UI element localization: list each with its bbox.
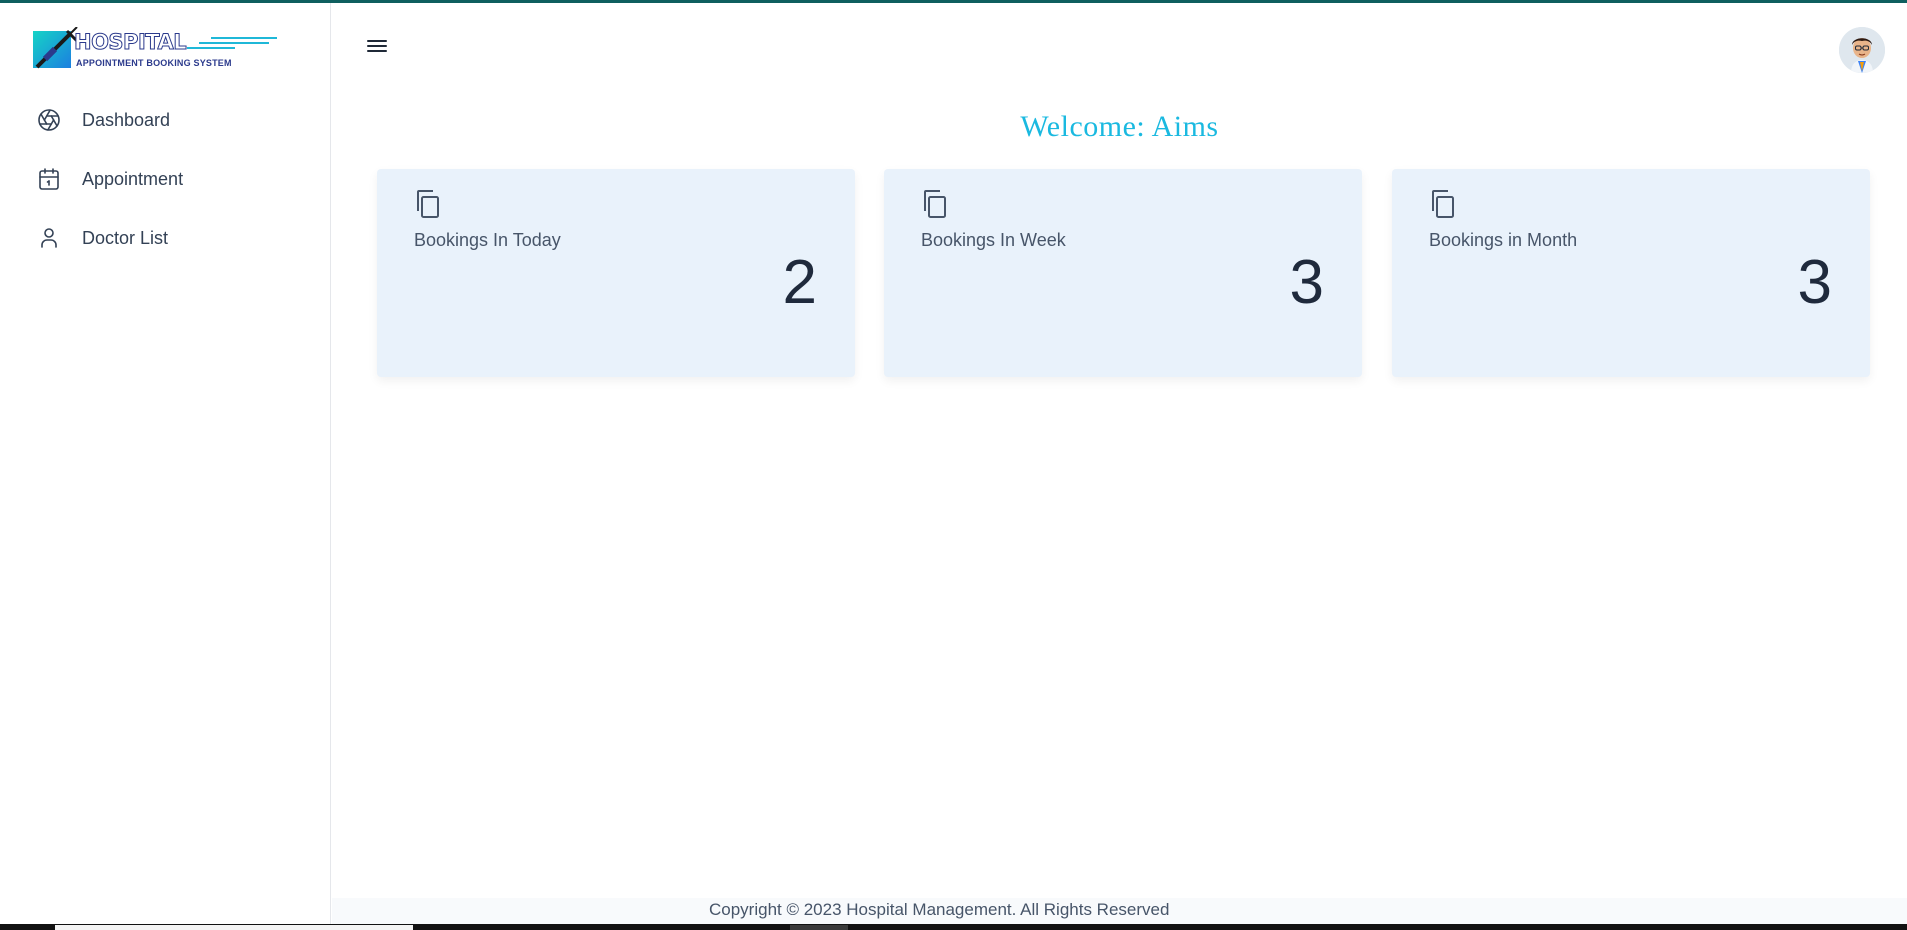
user-avatar[interactable] — [1839, 27, 1885, 73]
card-title: Bookings in Month — [1429, 230, 1578, 250]
card-title: Bookings In Today — [414, 230, 561, 250]
card-value: 3 — [1797, 248, 1832, 317]
card-value: 3 — [1289, 248, 1324, 317]
taskbar-segment — [55, 925, 413, 930]
card-title: Bookings In Week — [921, 230, 1066, 250]
sidebar-item-appointment[interactable]: Appointment — [36, 164, 316, 194]
sidebar-item-dashboard[interactable]: Dashboard — [36, 105, 316, 135]
sidebar-item-label: Appointment — [82, 168, 184, 189]
calendar-icon — [36, 166, 62, 192]
copy-icon — [921, 189, 949, 219]
welcome-heading: Welcome: Aims — [1020, 110, 1219, 143]
sidebar: HOSPITAL APPOINTMENT BOOKING SYSTEM Dash… — [0, 3, 331, 924]
stat-card-month: Bookings in Month 3 — [1392, 169, 1870, 377]
copy-icon — [414, 189, 442, 219]
taskbar-strip — [0, 924, 1907, 930]
copy-icon — [1429, 189, 1457, 219]
sidebar-item-doctor-list[interactable]: Doctor List — [36, 223, 316, 253]
stat-card-week: Bookings In Week 3 — [884, 169, 1362, 377]
aperture-icon — [36, 107, 62, 133]
logo-speed-lines — [175, 35, 277, 55]
copyright-text: Copyright © 2023 Hospital Management. Al… — [709, 900, 1170, 919]
sidebar-item-label: Doctor List — [82, 227, 169, 248]
app-logo[interactable]: HOSPITAL APPOINTMENT BOOKING SYSTEM — [33, 27, 277, 71]
stat-card-today: Bookings In Today 2 — [377, 169, 855, 377]
user-icon — [36, 225, 62, 251]
logo-title: HOSPITAL — [73, 30, 187, 55]
card-value: 2 — [782, 248, 817, 317]
main-content: Welcome: Aims Bookings In Today 2 Bookin… — [332, 3, 1907, 924]
sidebar-item-label: Dashboard — [82, 109, 171, 130]
page-footer: Copyright © 2023 Hospital Management. Al… — [332, 898, 1907, 924]
logo-subtitle: APPOINTMENT BOOKING SYSTEM — [76, 58, 232, 68]
hamburger-menu-icon[interactable] — [363, 33, 391, 59]
syringe-logo-icon — [33, 27, 79, 69]
taskbar-segment — [790, 925, 848, 930]
